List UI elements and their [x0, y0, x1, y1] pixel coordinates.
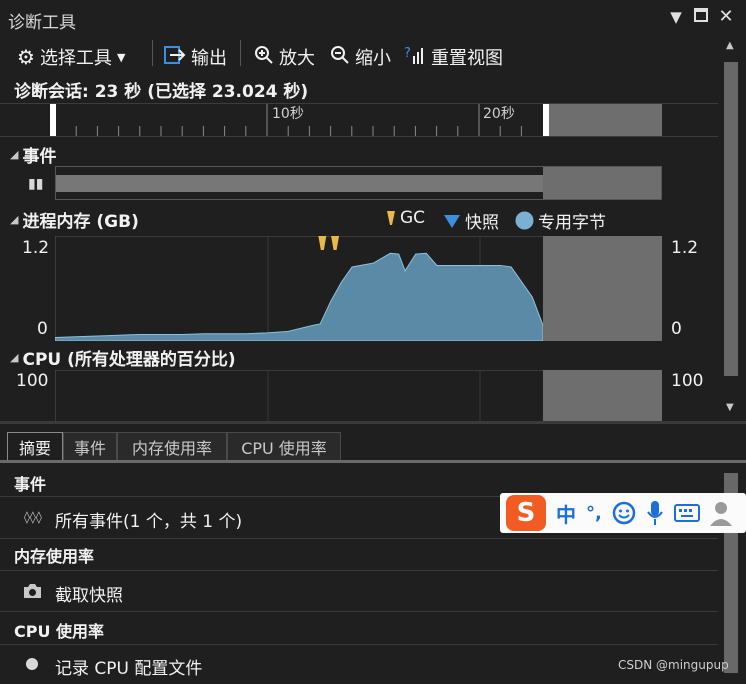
toolbar-separator	[240, 40, 241, 66]
events-track[interactable]	[55, 166, 662, 200]
legend-snapshot: 快照	[443, 208, 499, 233]
summary-cpu-header: CPU 使用率	[14, 622, 105, 641]
camera-icon	[23, 583, 42, 603]
output-button[interactable]: 输出	[164, 44, 227, 70]
unselected-region	[544, 104, 662, 136]
selection-end-handle[interactable]	[543, 104, 549, 136]
y-axis-min-left: 0	[37, 319, 48, 339]
scroll-up-icon[interactable]: ▲	[726, 40, 734, 51]
tab-events[interactable]: 事件	[63, 432, 117, 461]
summary-memory-header: 内存使用率	[14, 547, 95, 566]
microphone-icon[interactable]	[646, 500, 664, 526]
dropdown-icon[interactable]: ▼	[666, 8, 686, 26]
row-divider	[0, 538, 718, 539]
y-axis-max-left: 1.2	[22, 238, 50, 258]
cpu-section-header[interactable]: ◢ CPU (所有处理器的百分比)	[10, 345, 236, 370]
legend-gc: GC	[386, 208, 425, 228]
private-bytes-area	[55, 252, 544, 341]
unselected-region	[543, 370, 662, 422]
reset-view-button[interactable]: ? 重置视图	[404, 44, 503, 70]
cpu-y-axis-max-left: 100	[16, 371, 49, 391]
collapse-triangle-icon: ◢	[10, 351, 19, 364]
select-tools-button[interactable]: ⚙ 选择工具 ▼	[17, 44, 125, 70]
cpu-y-axis-max-right: 100	[671, 371, 704, 391]
zoom-out-icon	[330, 45, 350, 70]
y-axis-max-right: 1.2	[671, 238, 699, 258]
export-icon	[164, 45, 186, 70]
ruler-bottom-border	[0, 136, 718, 137]
close-icon[interactable]: ✕	[716, 6, 736, 27]
window-title: 诊断工具	[8, 13, 76, 33]
zoom-in-icon	[254, 45, 274, 70]
collapse-triangle-icon: ◢	[10, 213, 19, 226]
panel-splitter[interactable]	[0, 421, 746, 424]
summary-events-header: 事件	[14, 475, 47, 494]
record-cpu-profile-link[interactable]: 记录 CPU 配置文件	[55, 654, 202, 679]
row-divider	[0, 644, 718, 645]
sogou-logo-icon[interactable]: S	[506, 495, 546, 531]
unselected-region	[543, 167, 661, 199]
keyboard-icon[interactable]	[673, 503, 700, 523]
tab-memory-usage[interactable]: 内存使用率	[117, 432, 227, 461]
memory-section-header[interactable]: ◢ 进程内存 (GB)	[10, 207, 139, 232]
scroll-down-icon[interactable]: ▼	[726, 402, 734, 413]
unselected-region	[543, 236, 662, 341]
toolbar-separator	[152, 40, 153, 66]
ime-toolbar[interactable]: S 中 °,	[500, 493, 746, 533]
maximize-icon[interactable]	[691, 8, 711, 26]
ime-language-toggle[interactable]: 中	[556, 499, 576, 528]
y-axis-min-right: 0	[671, 319, 682, 339]
zoom-in-button[interactable]: 放大	[254, 44, 315, 70]
events-section-header[interactable]: ◢ 事件	[10, 142, 56, 167]
events-bar	[56, 175, 543, 192]
scrollbar-thumb[interactable]	[724, 62, 738, 376]
zoom-out-button[interactable]: 缩小	[330, 44, 391, 70]
row-divider	[0, 611, 718, 612]
row-divider	[0, 570, 718, 571]
events-icon: ◊◊◊	[24, 510, 42, 524]
memory-chart[interactable]	[55, 236, 662, 341]
tick-label-20s: 20秒	[483, 106, 515, 122]
legend-private-bytes: 专用字节	[515, 208, 606, 233]
snapshot-marker-icon	[444, 214, 460, 228]
user-icon[interactable]	[709, 500, 732, 526]
chevron-down-icon: ▼	[116, 50, 126, 64]
upper-scrollbar[interactable]: ▲ ▼	[718, 36, 746, 421]
gc-event-marker[interactable]	[318, 236, 327, 250]
reset-view-icon: ?	[404, 45, 426, 70]
tab-summary[interactable]: 摘要	[7, 432, 63, 461]
tick-label-10s: 10秒	[272, 106, 304, 122]
session-summary: 诊断会话: 23 秒 (已选择 23.024 秒)	[14, 82, 309, 102]
tab-underline	[0, 460, 746, 463]
gc-marker-icon	[387, 211, 395, 225]
selection-start-handle[interactable]	[50, 104, 56, 136]
tab-cpu-usage[interactable]: CPU 使用率	[227, 432, 341, 461]
record-icon	[26, 658, 38, 670]
title-bar	[0, 0, 746, 36]
svg-text:?: ?	[404, 46, 411, 61]
all-events-link[interactable]: 所有事件(1 个，共 1 个)	[55, 507, 242, 532]
gc-event-marker[interactable]	[331, 236, 340, 250]
cpu-chart[interactable]	[55, 370, 662, 422]
collapse-triangle-icon: ◢	[10, 148, 19, 161]
timeline-ruler[interactable]	[0, 104, 718, 136]
ime-punctuation-toggle[interactable]: °,	[586, 503, 602, 524]
pause-icon[interactable]: ▮▮	[28, 176, 43, 192]
watermark: CSDN @mingupup	[618, 658, 729, 672]
private-bytes-marker-icon	[515, 211, 534, 230]
emoji-icon[interactable]	[612, 501, 636, 525]
gear-icon: ⚙	[17, 45, 35, 69]
take-snapshot-link[interactable]: 截取快照	[55, 581, 123, 606]
